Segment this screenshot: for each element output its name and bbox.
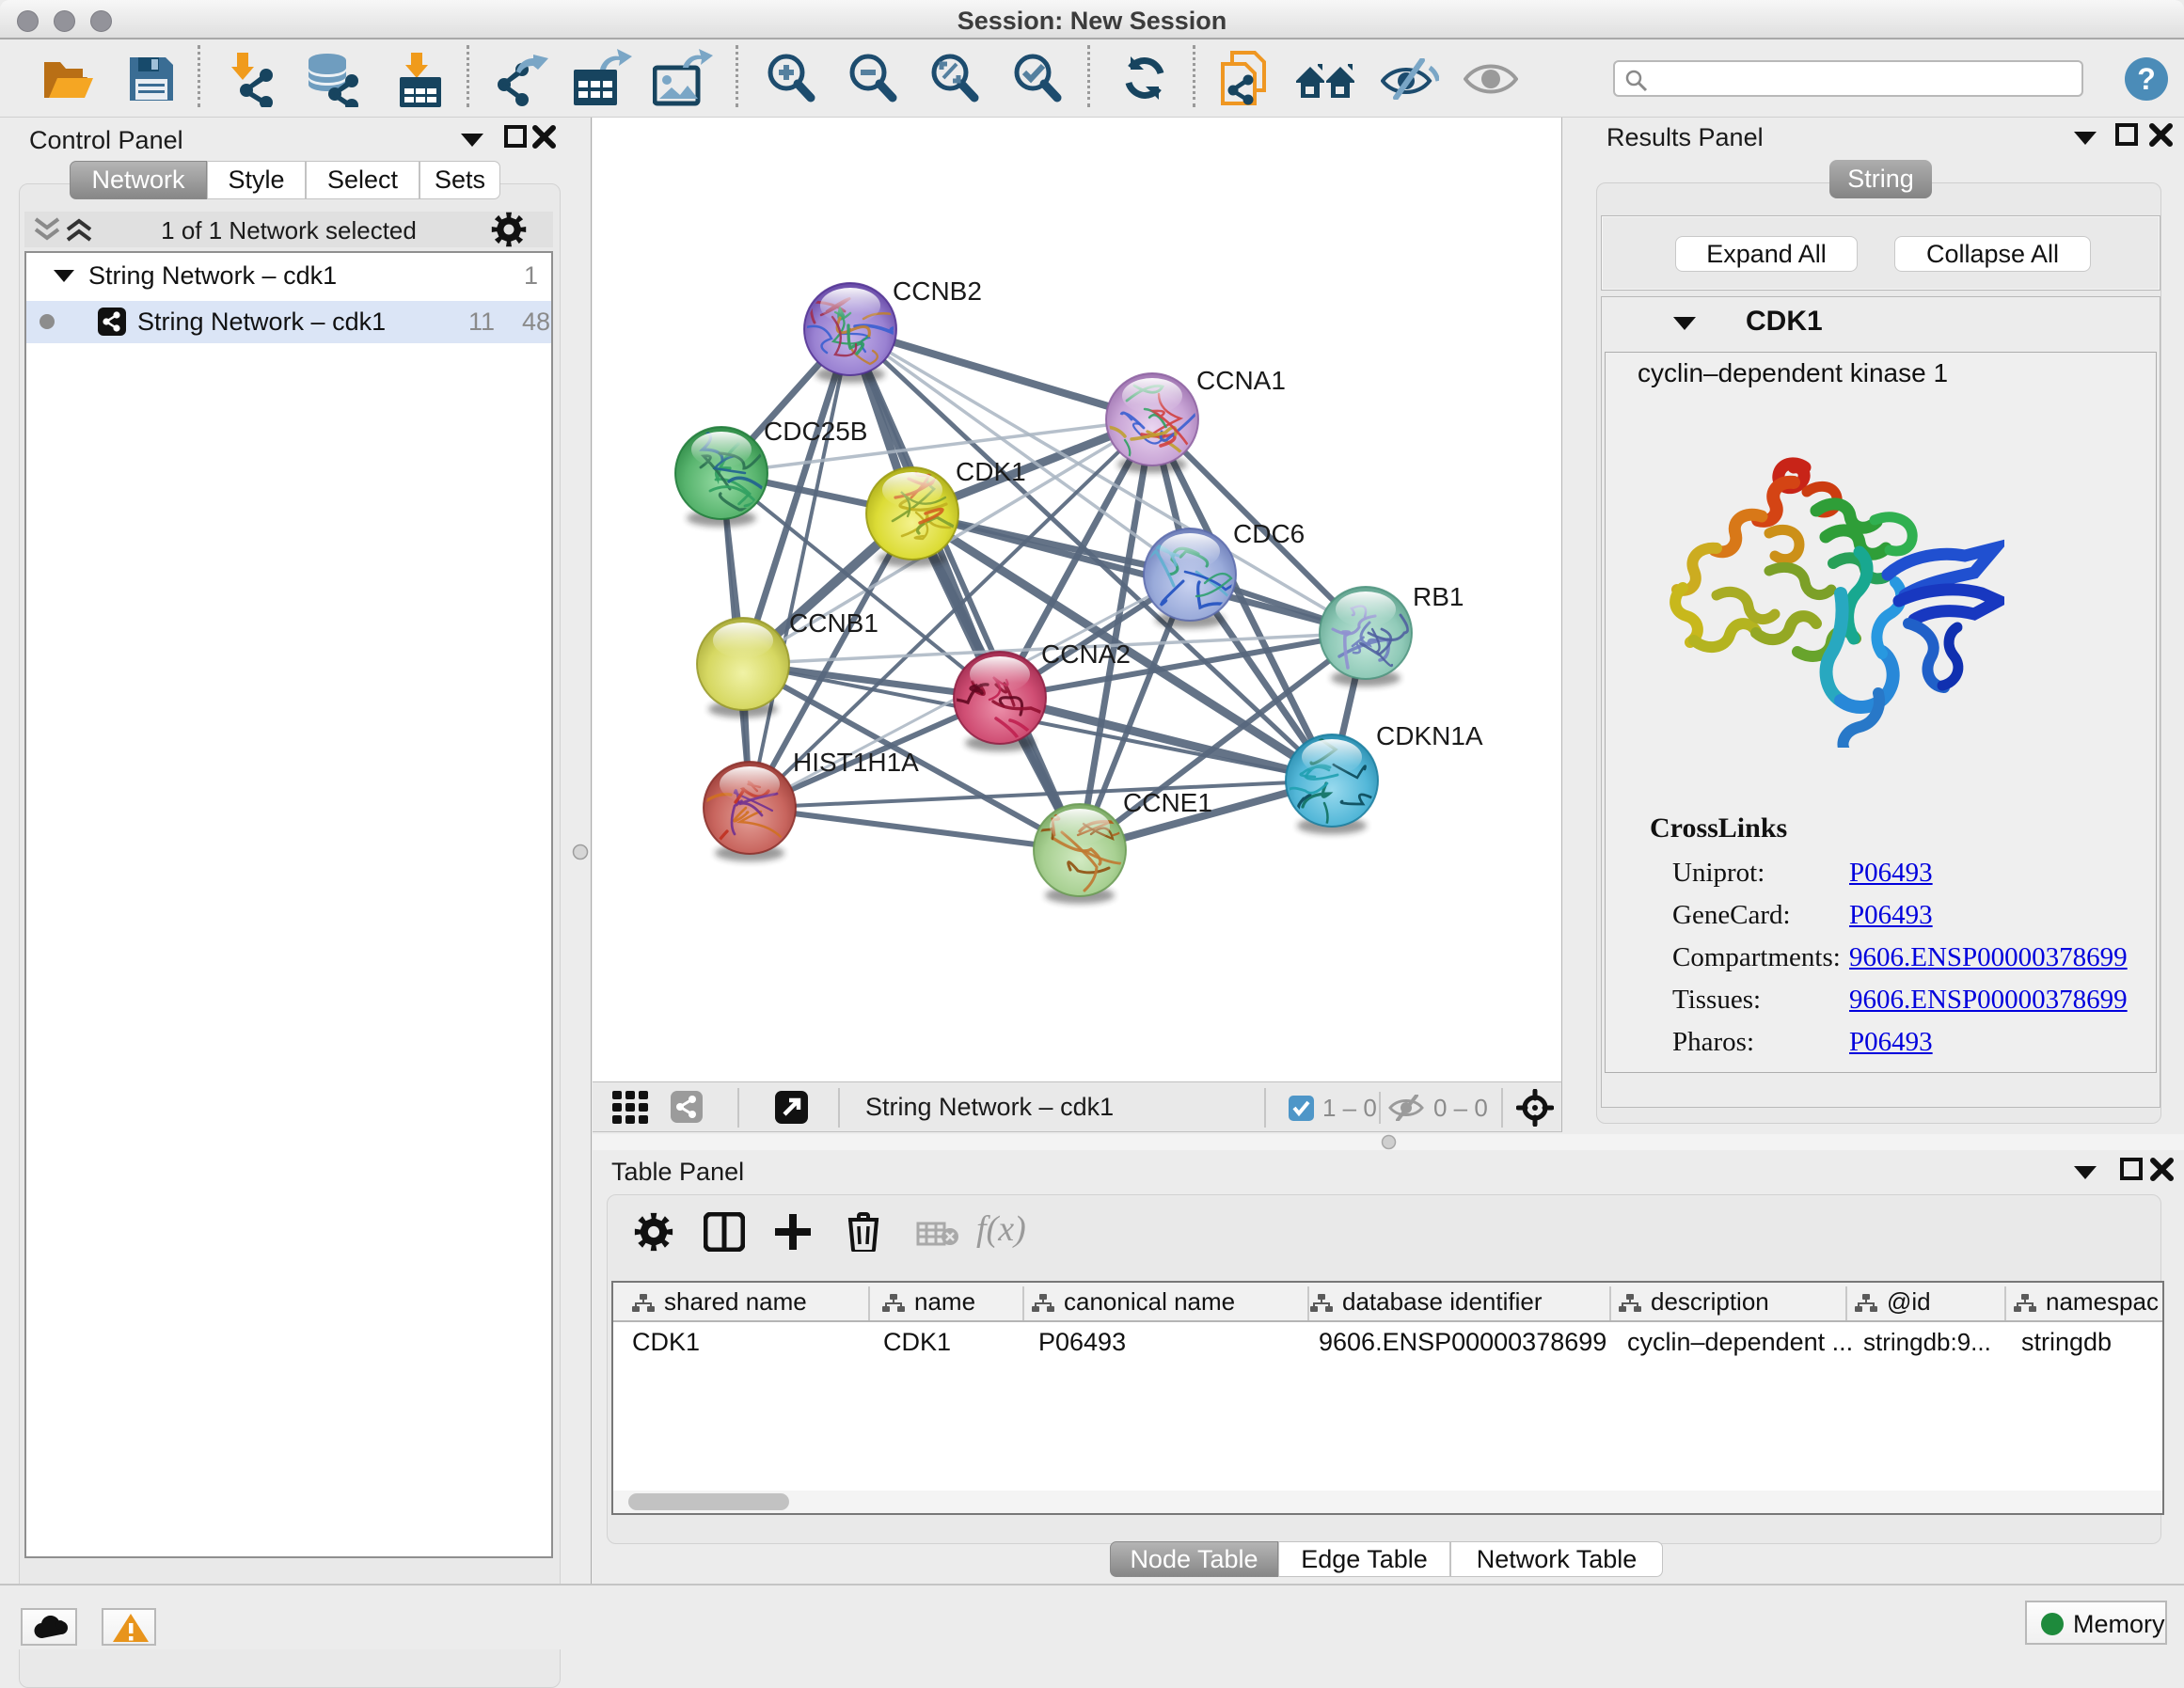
svg-text:CCNA1: CCNA1 xyxy=(1196,366,1286,395)
svg-text:?: ? xyxy=(2137,62,2156,96)
svg-text:CCNB2: CCNB2 xyxy=(893,276,982,306)
svg-text:CCNA2: CCNA2 xyxy=(1041,639,1131,669)
svg-text:CCNB1: CCNB1 xyxy=(789,608,878,638)
svg-text:CDC6: CDC6 xyxy=(1233,519,1305,548)
svg-text:RB1: RB1 xyxy=(1413,582,1464,611)
svg-text:HIST1H1A: HIST1H1A xyxy=(793,748,919,777)
svg-text:CDC25B: CDC25B xyxy=(764,417,867,446)
svg-text:CCNE1: CCNE1 xyxy=(1123,788,1212,817)
svg-text:CDK1: CDK1 xyxy=(956,457,1026,486)
svg-text:CDKN1A: CDKN1A xyxy=(1376,721,1483,750)
